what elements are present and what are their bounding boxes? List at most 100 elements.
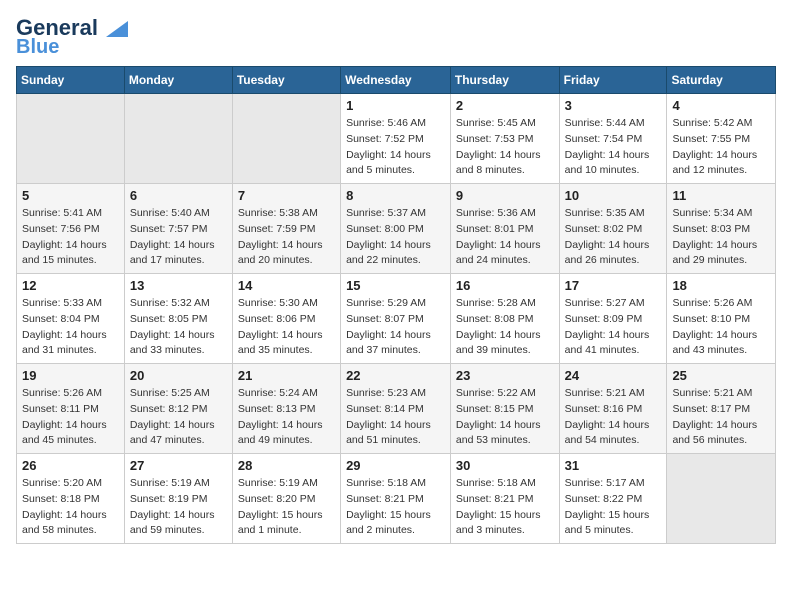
calendar-cell: 31 Sunrise: 5:17 AM Sunset: 8:22 PM Dayli… [559,454,667,544]
day-info: Sunrise: 5:25 AM Sunset: 8:12 PM Dayligh… [130,386,227,449]
calendar-cell [124,94,232,184]
day-info: Sunrise: 5:21 AM Sunset: 8:16 PM Dayligh… [565,386,662,449]
day-info: Sunrise: 5:21 AM Sunset: 8:17 PM Dayligh… [672,386,770,449]
day-info: Sunrise: 5:37 AM Sunset: 8:00 PM Dayligh… [346,206,445,269]
page-header: General Blue [16,16,776,58]
day-number: 25 [672,368,770,383]
day-number: 11 [672,188,770,203]
calendar-cell: 4Sunrise: 5:42 AM Sunset: 7:55 PM Daylig… [667,94,776,184]
weekday-header-cell: Sunday [17,67,125,94]
day-number: 3 [565,98,662,113]
day-info: Sunrise: 5:36 AM Sunset: 8:01 PM Dayligh… [456,206,554,269]
calendar-cell: 5Sunrise: 5:41 AM Sunset: 7:56 PM Daylig… [17,184,125,274]
day-number: 6 [130,188,227,203]
calendar-cell: 14Sunrise: 5:30 AM Sunset: 8:06 PM Dayli… [232,274,340,364]
calendar-week-row: 5Sunrise: 5:41 AM Sunset: 7:56 PM Daylig… [17,184,776,274]
calendar-table: SundayMondayTuesdayWednesdayThursdayFrid… [16,66,776,544]
calendar-cell: 16 Sunrise: 5:28 AM Sunset: 8:08 PM Dayli… [450,274,559,364]
calendar-cell: 3 Sunrise: 5:44 AM Sunset: 7:54 PM Daylig… [559,94,667,184]
calendar-week-row: 26 Sunrise: 5:20 AM Sunset: 8:18 PM Dayli… [17,454,776,544]
day-info: Sunrise: 5:38 AM Sunset: 7:59 PM Dayligh… [238,206,335,269]
day-number: 8 [346,188,445,203]
calendar-week-row: 12 Sunrise: 5:33 AM Sunset: 8:04 PM Dayli… [17,274,776,364]
calendar-cell: 30 Sunrise: 5:18 AM Sunset: 8:21 PM Dayli… [450,454,559,544]
calendar-cell: 7Sunrise: 5:38 AM Sunset: 7:59 PM Daylig… [232,184,340,274]
logo-icon [106,21,128,37]
day-info: Sunrise: 5:26 AM Sunset: 8:11 PM Dayligh… [22,386,119,449]
day-number: 16 [456,278,554,293]
day-info: Sunrise: 5:23 AM Sunset: 8:14 PM Dayligh… [346,386,445,449]
calendar-cell: 19Sunrise: 5:26 AM Sunset: 8:11 PM Dayli… [17,364,125,454]
day-number: 22 [346,368,445,383]
calendar-cell [17,94,125,184]
day-info: Sunrise: 5:24 AM Sunset: 8:13 PM Dayligh… [238,386,335,449]
day-number: 27 [130,458,227,473]
day-number: 12 [22,278,119,293]
calendar-cell: 13 Sunrise: 5:32 AM Sunset: 8:05 PM Dayli… [124,274,232,364]
day-number: 29 [346,458,445,473]
day-number: 26 [22,458,119,473]
day-info: Sunrise: 5:19 AM Sunset: 8:20 PM Dayligh… [238,476,335,539]
day-info: Sunrise: 5:35 AM Sunset: 8:02 PM Dayligh… [565,206,662,269]
weekday-header-cell: Wednesday [341,67,451,94]
day-number: 17 [565,278,662,293]
calendar-cell: 9 Sunrise: 5:36 AM Sunset: 8:01 PM Daylig… [450,184,559,274]
day-info: Sunrise: 5:30 AM Sunset: 8:06 PM Dayligh… [238,296,335,359]
day-info: Sunrise: 5:20 AM Sunset: 8:18 PM Dayligh… [22,476,119,539]
day-number: 2 [456,98,554,113]
day-info: Sunrise: 5:18 AM Sunset: 8:21 PM Dayligh… [456,476,554,539]
day-number: 31 [565,458,662,473]
weekday-header-cell: Thursday [450,67,559,94]
calendar-cell: 24Sunrise: 5:21 AM Sunset: 8:16 PM Dayli… [559,364,667,454]
calendar-cell: 11 Sunrise: 5:34 AM Sunset: 8:03 PM Dayli… [667,184,776,274]
calendar-week-row: 19Sunrise: 5:26 AM Sunset: 8:11 PM Dayli… [17,364,776,454]
day-info: Sunrise: 5:26 AM Sunset: 8:10 PM Dayligh… [672,296,770,359]
calendar-cell: 2 Sunrise: 5:45 AM Sunset: 7:53 PM Daylig… [450,94,559,184]
calendar-cell: 20Sunrise: 5:25 AM Sunset: 8:12 PM Dayli… [124,364,232,454]
day-number: 9 [456,188,554,203]
day-info: Sunrise: 5:40 AM Sunset: 7:57 PM Dayligh… [130,206,227,269]
calendar-cell: 6 Sunrise: 5:40 AM Sunset: 7:57 PM Daylig… [124,184,232,274]
day-info: Sunrise: 5:34 AM Sunset: 8:03 PM Dayligh… [672,206,770,269]
day-number: 30 [456,458,554,473]
calendar-cell: 28Sunrise: 5:19 AM Sunset: 8:20 PM Dayli… [232,454,340,544]
calendar-cell: 22 Sunrise: 5:23 AM Sunset: 8:14 PM Dayli… [341,364,451,454]
day-info: Sunrise: 5:18 AM Sunset: 8:21 PM Dayligh… [346,476,445,539]
day-number: 5 [22,188,119,203]
calendar-cell: 26 Sunrise: 5:20 AM Sunset: 8:18 PM Dayli… [17,454,125,544]
day-number: 4 [672,98,770,113]
day-info: Sunrise: 5:29 AM Sunset: 8:07 PM Dayligh… [346,296,445,359]
day-number: 23 [456,368,554,383]
day-info: Sunrise: 5:28 AM Sunset: 8:08 PM Dayligh… [456,296,554,359]
day-info: Sunrise: 5:33 AM Sunset: 8:04 PM Dayligh… [22,296,119,359]
day-info: Sunrise: 5:45 AM Sunset: 7:53 PM Dayligh… [456,116,554,179]
day-info: Sunrise: 5:46 AM Sunset: 7:52 PM Dayligh… [346,116,445,179]
calendar-body: 1 Sunrise: 5:46 AM Sunset: 7:52 PM Daylig… [17,94,776,544]
weekday-header-row: SundayMondayTuesdayWednesdayThursdayFrid… [17,67,776,94]
calendar-cell: 15 Sunrise: 5:29 AM Sunset: 8:07 PM Dayli… [341,274,451,364]
weekday-header-cell: Friday [559,67,667,94]
day-info: Sunrise: 5:17 AM Sunset: 8:22 PM Dayligh… [565,476,662,539]
day-number: 13 [130,278,227,293]
calendar-cell [667,454,776,544]
weekday-header-cell: Monday [124,67,232,94]
day-info: Sunrise: 5:19 AM Sunset: 8:19 PM Dayligh… [130,476,227,539]
calendar-cell: 17 Sunrise: 5:27 AM Sunset: 8:09 PM Dayli… [559,274,667,364]
calendar-cell: 23 Sunrise: 5:22 AM Sunset: 8:15 PM Dayli… [450,364,559,454]
calendar-cell: 29 Sunrise: 5:18 AM Sunset: 8:21 PM Dayli… [341,454,451,544]
day-info: Sunrise: 5:32 AM Sunset: 8:05 PM Dayligh… [130,296,227,359]
calendar-cell: 12 Sunrise: 5:33 AM Sunset: 8:04 PM Dayli… [17,274,125,364]
calendar-cell: 25 Sunrise: 5:21 AM Sunset: 8:17 PM Dayli… [667,364,776,454]
day-number: 1 [346,98,445,113]
logo-blue-text: Blue [16,36,59,58]
day-info: Sunrise: 5:44 AM Sunset: 7:54 PM Dayligh… [565,116,662,179]
day-number: 15 [346,278,445,293]
calendar-cell: 27 Sunrise: 5:19 AM Sunset: 8:19 PM Dayli… [124,454,232,544]
calendar-cell: 21Sunrise: 5:24 AM Sunset: 8:13 PM Dayli… [232,364,340,454]
logo: General Blue [16,16,128,58]
day-info: Sunrise: 5:27 AM Sunset: 8:09 PM Dayligh… [565,296,662,359]
calendar-cell: 10 Sunrise: 5:35 AM Sunset: 8:02 PM Dayli… [559,184,667,274]
day-info: Sunrise: 5:22 AM Sunset: 8:15 PM Dayligh… [456,386,554,449]
day-number: 10 [565,188,662,203]
calendar-week-row: 1 Sunrise: 5:46 AM Sunset: 7:52 PM Daylig… [17,94,776,184]
